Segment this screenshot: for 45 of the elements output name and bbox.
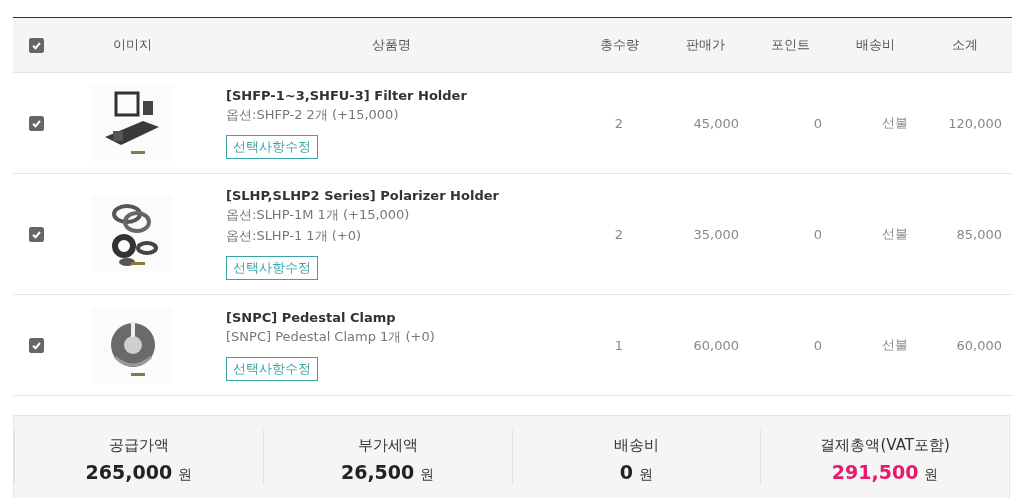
product-name[interactable]: [SNPC] Pedestal Clamp — [226, 309, 396, 325]
product-option: 옵션:SLHP-1M 1개 (+15,000) — [226, 206, 410, 224]
price-cell-text: 45,000 — [692, 115, 740, 131]
product-name[interactable]: [SLHP,SLHP2 Series] Polarizer Holder — [226, 188, 499, 203]
column-header: 판매가 — [684, 36, 726, 54]
summary-amount: 0 — [619, 461, 633, 483]
quantity-cell-text: 1 — [613, 337, 625, 353]
currency-unit: 원 — [420, 466, 435, 484]
checkbox[interactable] — [28, 37, 44, 53]
column-header: 상품명 — [370, 36, 412, 54]
shipping-cell-text: 선불 — [881, 114, 909, 132]
summary-label: 결제총액(VAT포함) — [820, 436, 950, 455]
summary-amount: 265,000 — [85, 461, 173, 483]
currency-unit: 원 — [178, 466, 193, 484]
shipping-cell-text: 선불 — [881, 336, 909, 354]
points-cell-text: 0 — [812, 115, 823, 131]
summary-label: 공급가액 — [108, 436, 169, 455]
price-cell-text: 60,000 — [692, 337, 740, 353]
summary-amount: 291,500 — [831, 461, 919, 483]
currency-unit: 원 — [639, 466, 653, 484]
shipping-cell-text: 선불 — [881, 225, 909, 243]
points-cell-text: 0 — [812, 337, 823, 353]
checkbox[interactable] — [28, 226, 44, 242]
quantity-cell-text: 2 — [613, 115, 625, 131]
column-header: 이미지 — [111, 36, 153, 54]
column-header: 총수량 — [598, 36, 640, 54]
product-option: [SNPC] Pedestal Clamp 1개 (+0) — [226, 327, 435, 346]
summary-amount: 26,500 — [340, 461, 415, 483]
quantity-cell-text: 2 — [613, 226, 625, 242]
summary-label: 배송비 — [613, 436, 659, 455]
checkbox[interactable] — [28, 337, 44, 353]
product-option: 옵션:SHFP-2 2개 (+15,000) — [226, 105, 399, 124]
subtotal-cell-text: 85,000 — [955, 226, 1003, 242]
currency-unit: 원 — [924, 466, 939, 484]
subtotal-cell-text: 60,000 — [955, 337, 1003, 353]
summary-label: 부가세액 — [357, 436, 418, 455]
subtotal-cell-text: 120,000 — [947, 115, 1003, 131]
column-header: 배송비 — [854, 36, 896, 54]
column-header: 포인트 — [770, 36, 811, 54]
product-option: 옵션:SLHP-1 1개 (+0) — [226, 227, 361, 245]
column-header: 소계 — [951, 36, 979, 54]
product-name[interactable]: [SHFP-1~3,SHFU-3] Filter Holder — [226, 87, 467, 103]
checkbox[interactable] — [28, 115, 44, 131]
points-cell-text: 0 — [812, 226, 823, 242]
price-cell-text: 35,000 — [692, 226, 740, 242]
